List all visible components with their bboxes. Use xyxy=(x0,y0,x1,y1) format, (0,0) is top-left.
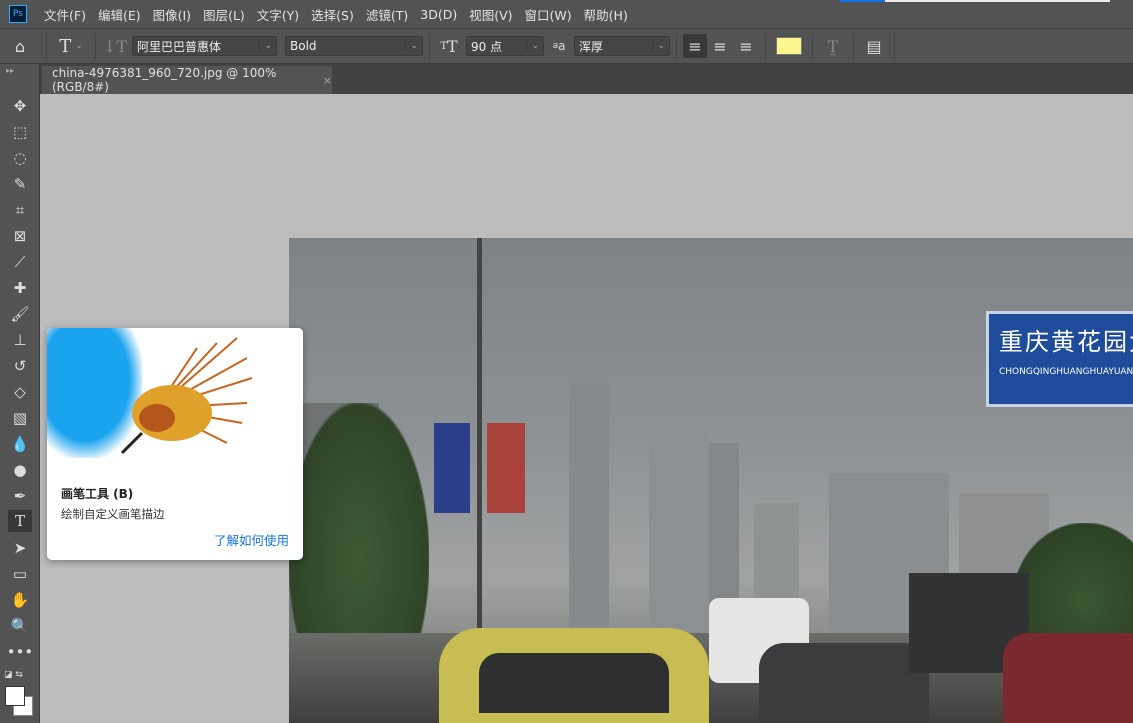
font-family-select[interactable]: 阿里巴巴普惠体 ⌄ xyxy=(132,36,277,56)
dodge-tool-icon[interactable]: ● xyxy=(8,459,32,481)
menu-select[interactable]: 选择(S) xyxy=(311,5,354,24)
menu-filter[interactable]: 滤镜(T) xyxy=(366,5,408,24)
chevron-down-icon: ⌄ xyxy=(652,41,665,51)
type-tool-icon[interactable]: T xyxy=(8,510,32,532)
crop-tool-icon[interactable]: ⌗ xyxy=(8,199,32,221)
banner xyxy=(487,423,525,513)
divider xyxy=(429,33,430,59)
pen-tool-icon[interactable]: ✒ xyxy=(8,485,32,507)
frame-tool-icon[interactable]: ⊠ xyxy=(8,225,32,247)
car xyxy=(1003,633,1133,723)
menu-view[interactable]: 视图(V) xyxy=(469,5,512,24)
building xyxy=(569,383,609,643)
align-left-icon[interactable]: ≡ xyxy=(683,34,707,58)
antialias-icon: aa xyxy=(552,39,566,53)
building xyxy=(649,423,709,643)
menu-type[interactable]: 文字(Y) xyxy=(257,5,299,24)
document-tab[interactable]: china-4976381_960_720.jpg @ 100%(RGB/8#)… xyxy=(42,66,332,94)
divider xyxy=(812,33,813,59)
menu-window[interactable]: 窗口(W) xyxy=(525,5,572,24)
home-icon[interactable]: ⌂ xyxy=(0,37,40,56)
font-size-select[interactable]: 90 点 ⌄ xyxy=(466,36,544,56)
menu-3d[interactable]: 3D(D) xyxy=(420,7,457,22)
eraser-tool-icon[interactable]: ◇ xyxy=(8,381,32,403)
marquee-tool-icon[interactable]: ⬚ xyxy=(8,121,32,143)
font-size-icon: TT xyxy=(440,36,458,56)
menu-help[interactable]: 帮助(H) xyxy=(584,5,628,24)
font-size-value: 90 点 xyxy=(471,39,503,54)
menu-layer[interactable]: 图层(L) xyxy=(203,5,245,24)
search-field[interactable] xyxy=(840,0,1110,2)
align-center-icon[interactable]: ≡ xyxy=(707,37,733,56)
history-brush-tool-icon[interactable]: ↺ xyxy=(8,355,32,377)
text-color-swatch[interactable] xyxy=(776,37,802,55)
brush-tool-illustration xyxy=(47,328,303,468)
font-style-select[interactable]: Bold ⌄ xyxy=(285,36,423,56)
options-bar: ⌂ T ⌄ ↓T 阿里巴巴普惠体 ⌄ Bold ⌄ TT 90 点 ⌄ aa 浑厚 ⌄ ≡… xyxy=(0,28,1133,64)
eyedropper-tool-icon[interactable]: ⟋ xyxy=(8,251,32,273)
chevron-down-icon: ⌄ xyxy=(526,41,539,51)
brush-tool-icon[interactable]: 🖌 xyxy=(8,303,32,325)
warp-text-icon[interactable]: T̰ xyxy=(819,37,847,56)
menu-file[interactable]: 文件(F) xyxy=(44,5,86,24)
healing-brush-tool-icon[interactable]: ✚ xyxy=(8,277,32,299)
close-icon[interactable]: × xyxy=(323,74,332,87)
collapse-icon[interactable]: ▸▸ xyxy=(6,66,14,75)
divider xyxy=(46,33,47,59)
tool-tooltip: 画笔工具 (B) 绘制自定义画笔描边 了解如何使用 xyxy=(47,328,303,560)
chevron-down-icon: ⌄ xyxy=(405,41,418,51)
blur-tool-icon[interactable]: 💧 xyxy=(8,433,32,455)
divider xyxy=(676,33,677,59)
document-image[interactable]: 重庆黄花园大桥 CHONGQINGHUANGHUAYUAN River B xyxy=(289,238,1133,723)
road-sign-chinese: 重庆黄花园大桥 xyxy=(999,328,1133,356)
divider xyxy=(95,33,96,59)
divider xyxy=(853,33,854,59)
rectangle-tool-icon[interactable]: ▭ xyxy=(8,563,32,585)
banner xyxy=(434,423,470,513)
antialias-value: 浑厚 xyxy=(579,39,604,54)
hand-tool-icon[interactable]: ✋ xyxy=(8,589,32,611)
font-style-value: Bold xyxy=(290,39,317,53)
text-tool-preset-icon[interactable]: T ⌄ xyxy=(53,36,89,57)
tooltip-description: 绘制自定义画笔描边 xyxy=(61,507,165,521)
align-right-icon[interactable]: ≡ xyxy=(733,37,759,56)
move-tool-icon[interactable]: ✥ xyxy=(8,95,32,117)
lasso-tool-icon[interactable]: ◌ xyxy=(8,147,32,169)
font-family-value: 阿里巴巴普惠体 xyxy=(137,39,222,54)
character-panel-icon[interactable]: ▤ xyxy=(860,37,888,56)
antialias-select[interactable]: 浑厚 ⌄ xyxy=(574,36,670,56)
car xyxy=(759,643,929,723)
more-tools-icon[interactable]: ••• xyxy=(7,641,34,663)
photoshop-logo: Ps xyxy=(9,5,27,23)
chevron-down-icon: ⌄ xyxy=(259,41,272,51)
taxi-window xyxy=(479,653,669,713)
learn-how-link[interactable]: 了解如何使用 xyxy=(214,530,289,549)
quick-select-tool-icon[interactable]: ✎ xyxy=(8,173,32,195)
road-sign-english: CHONGQINGHUANGHUAYUAN River B xyxy=(999,367,1133,377)
document-tab-title: china-4976381_960_720.jpg @ 100%(RGB/8#) xyxy=(52,66,277,94)
road-sign: 重庆黄花园大桥 CHONGQINGHUANGHUAYUAN River B xyxy=(986,311,1133,407)
gradient-tool-icon[interactable]: ▧ xyxy=(8,407,32,429)
zoom-tool-icon[interactable]: 🔍 xyxy=(8,615,32,637)
foreground-color-swatch[interactable] xyxy=(5,686,25,706)
menu-edit[interactable]: 编辑(E) xyxy=(98,5,141,24)
path-select-tool-icon[interactable]: ➤ xyxy=(8,537,32,559)
tools-panel: ▸▸ ✥ ⬚ ◌ ✎ ⌗ ⊠ ⟋ ✚ 🖌 ⊥ ↺ ◇ ▧ 💧 ● ✒ T ➤ ▭… xyxy=(0,64,40,723)
tooltip-title: 画笔工具 (B) xyxy=(61,487,134,501)
divider xyxy=(765,33,766,59)
stamp-tool-icon[interactable]: ⊥ xyxy=(8,329,32,351)
menu-image[interactable]: 图像(I) xyxy=(153,5,191,24)
document-tab-bar: china-4976381_960_720.jpg @ 100%(RGB/8#)… xyxy=(40,64,1133,94)
divider xyxy=(894,33,895,59)
default-colors-icon[interactable]: ◪ ⇆ xyxy=(4,670,23,680)
toggle-text-orientation-icon[interactable]: ↓T xyxy=(102,37,128,56)
street-lamp-pole xyxy=(477,238,482,638)
menu-bar: Ps 文件(F) 编辑(E) 图像(I) 图层(L) 文字(Y) 选择(S) 滤… xyxy=(0,0,1133,28)
tree xyxy=(289,403,429,663)
